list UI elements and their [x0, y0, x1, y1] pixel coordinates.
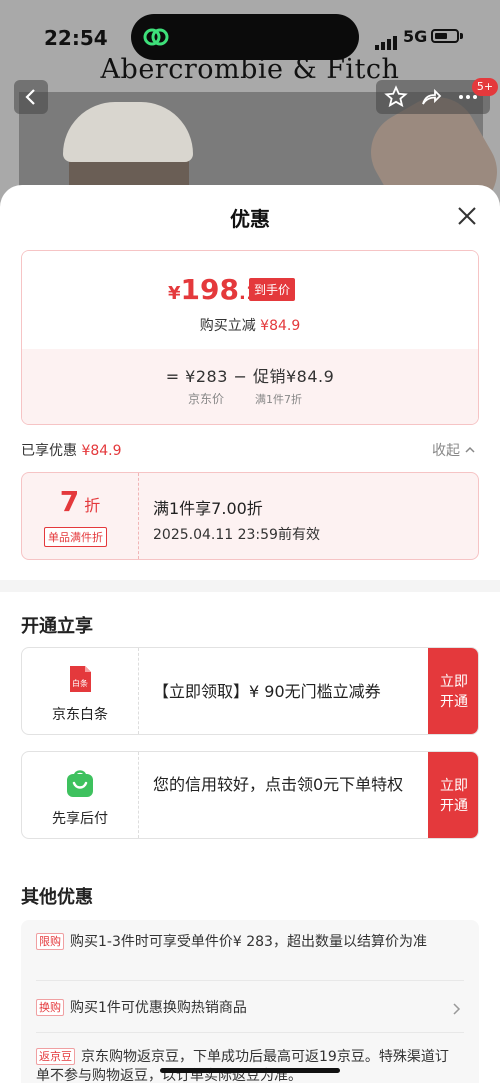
price-card-top: ¥198.1 到手价 购买立减 ¥84.9 — [22, 251, 478, 349]
collapse-toggle[interactable]: 收起 — [432, 440, 476, 460]
discount-title: 满1件享7.00折 — [153, 499, 263, 518]
other-item: 限购 购买1-3件时可享受单件价¥ 283，超出数量以结算价为准 — [36, 933, 461, 952]
other-item-text: 购买1-3件时可享受单件价¥ 283，超出数量以结算价为准 — [70, 934, 427, 950]
final-price: ¥198.1 — [168, 273, 258, 306]
sheet-title: 优惠 — [230, 207, 270, 231]
discount-value: 7 折 — [22, 485, 138, 518]
chevron-right-icon — [453, 1003, 461, 1015]
discount-unit: 折 — [84, 496, 101, 515]
price-formula: = ¥283 − 促销¥84.9 — [165, 367, 335, 386]
discount-coupon: 7 折 单品满件折 满1件享7.00折 2025.04.11 23:59前有效 — [21, 472, 479, 560]
discount-type-tag: 单品满件折 — [44, 527, 107, 547]
enjoyed-value: ¥84.9 — [81, 443, 122, 459]
other-section-title: 其他优惠 — [21, 887, 93, 908]
promo-label: 满1件7折 — [255, 393, 302, 406]
other-item-tag: 限购 — [36, 933, 64, 950]
buy-reduce-value: ¥84.9 — [260, 318, 301, 334]
price-currency: ¥ — [168, 283, 181, 304]
open-item-text: 您的信用较好，点击领0元下单特权 — [153, 775, 404, 794]
chevron-left-icon — [25, 89, 35, 105]
jd-baitiao-icon: 白条 — [70, 666, 91, 692]
open-section-title: 开通立享 — [21, 616, 93, 637]
row-divider — [36, 1032, 464, 1033]
buy-reduce-line: 购买立减 ¥84.9 — [22, 315, 478, 335]
other-item: 返京豆 京东购物返京豆，下单成功后最高可返19京豆。特殊渠道订单不参与购物返豆，以… — [36, 1048, 461, 1083]
star-icon[interactable] — [384, 85, 408, 109]
other-item-exchange[interactable]: 换购 购买1件可优惠换购热销商品 — [36, 999, 441, 1018]
status-bar: 22:54 5G — [0, 0, 500, 70]
row-divider — [36, 980, 464, 981]
enjoyed-discount: 已享优惠 ¥84.9 — [21, 440, 122, 460]
link-app-icon — [143, 28, 169, 46]
open-item-pay-later: 先享后付 您的信用较好，点击领0元下单特权 立即开通 — [21, 751, 479, 839]
dynamic-island — [131, 14, 359, 60]
open-now-label: 立即开通 — [440, 674, 468, 710]
discount-sheet: 优惠 ¥198.1 到手价 购买立减 ¥84.9 = ¥283 − 促销¥84.… — [0, 185, 500, 1083]
battery-icon — [431, 29, 459, 43]
jd-baitiao-icon-text: 白条 — [72, 678, 88, 688]
buy-reduce-label: 购买立减 — [199, 318, 256, 334]
open-item-icon-area: 白条 京东白条 — [22, 648, 139, 734]
discount-valid: 2025.04.11 23:59前有效 — [153, 527, 320, 543]
open-item-baitiao: 白条 京东白条 【立即领取】¥ 90无门槛立减券 立即开通 — [21, 647, 479, 735]
other-item-tag: 返京豆 — [36, 1048, 75, 1065]
open-item-label: 先享后付 — [52, 811, 108, 827]
share-icon[interactable] — [419, 85, 443, 109]
network-type: 5G — [403, 27, 428, 46]
open-item-text: 【立即领取】¥ 90无门槛立减券 — [153, 682, 381, 701]
open-now-label: 立即开通 — [440, 778, 468, 814]
other-item-tag: 换购 — [36, 999, 64, 1016]
jd-price-label: 京东价 — [188, 392, 225, 406]
other-item-text: 购买1件可优惠换购热销商品 — [70, 1000, 247, 1016]
price-integer: 198 — [180, 273, 239, 306]
section-divider — [0, 580, 500, 592]
shopping-bag-icon — [67, 770, 93, 797]
price-formula-area: = ¥283 − 促销¥84.9 京东价 满1件7折 — [22, 349, 478, 424]
collapse-label: 收起 — [432, 443, 460, 459]
back-button[interactable] — [14, 80, 48, 114]
notification-badge: 5+ — [472, 78, 498, 96]
battery-tip — [460, 33, 463, 39]
discount-number: 7 — [59, 485, 80, 518]
home-indicator — [160, 1068, 340, 1073]
open-now-button[interactable]: 立即开通 — [428, 648, 478, 734]
chevron-up-icon — [465, 446, 475, 453]
other-discounts-list: 限购 购买1-3件时可享受单件价¥ 283，超出数量以结算价为准 换购 购买1件可优… — [21, 920, 479, 1083]
price-card: ¥198.1 到手价 购买立减 ¥84.9 = ¥283 − 促销¥84.9 京… — [21, 250, 479, 425]
signal-icon — [375, 31, 399, 50]
close-icon[interactable] — [454, 203, 480, 229]
enjoyed-label: 已享优惠 — [21, 443, 77, 459]
final-price-tag: 到手价 — [249, 278, 296, 301]
open-item-label: 京东白条 — [52, 707, 108, 723]
model-cap — [63, 102, 193, 162]
open-now-button[interactable]: 立即开通 — [428, 752, 478, 838]
open-item-icon-area: 先享后付 — [22, 752, 139, 838]
status-time: 22:54 — [44, 26, 108, 50]
other-item-text: 京东购物返京豆，下单成功后最高可返19京豆。特殊渠道订单不参与购物返豆，以订单实… — [36, 1049, 449, 1083]
discount-value-area: 7 折 单品满件折 — [22, 473, 139, 559]
